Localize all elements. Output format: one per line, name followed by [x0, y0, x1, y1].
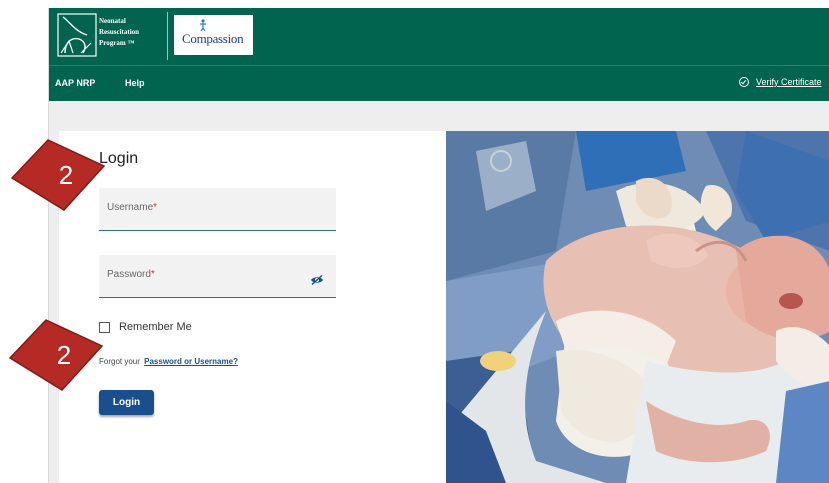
step-callout-number: 2: [59, 160, 73, 190]
password-label-text: Password: [107, 269, 151, 280]
program-logo-line: Resuscitation: [99, 28, 140, 36]
remember-me-label: Remember Me: [119, 321, 192, 333]
required-marker: *: [150, 269, 155, 280]
password-label: Password*: [107, 269, 155, 280]
verify-certificate-link[interactable]: Verify Certificate: [739, 77, 822, 87]
forgot-credentials: Forgot your Password or Username?: [99, 357, 238, 366]
username-label-text: Username: [107, 202, 154, 213]
app-window: Neonatal Resuscitation Program ™ Compass…: [48, 8, 829, 483]
nrp-logo-icon: [57, 13, 97, 57]
eye-slash-icon[interactable]: [310, 275, 324, 285]
logo-divider: [167, 12, 168, 60]
program-logo-line: Program ™: [99, 39, 135, 47]
newborn-photo-image: [446, 131, 829, 483]
forgot-credentials-link[interactable]: Password or Username?: [144, 357, 238, 366]
step-callout-arrow: 2: [8, 319, 104, 391]
required-marker: *: [153, 202, 158, 213]
step-callout-number: 2: [57, 340, 71, 370]
newborn-photo: [446, 131, 829, 483]
forgot-prefix: Forgot your: [99, 357, 140, 366]
partner-figure-icon: [200, 19, 206, 31]
nav-item-aap-nrp[interactable]: AAP NRP: [55, 78, 95, 88]
username-field[interactable]: Username*: [99, 188, 336, 231]
step-callout-arrow: 2: [10, 139, 106, 211]
check-circle-icon: [739, 77, 749, 87]
nav-item-help[interactable]: Help: [125, 78, 145, 88]
site-header: Neonatal Resuscitation Program ™ Compass…: [49, 8, 829, 65]
password-field[interactable]: Password*: [99, 255, 336, 298]
partner-logo-text: Compassion: [182, 31, 244, 46]
page-margin: [0, 0, 48, 483]
program-logo-line: Neonatal: [99, 17, 126, 25]
login-button[interactable]: Login: [99, 390, 154, 415]
nav-bar: AAP NRP Help Verify Certificate: [49, 66, 829, 101]
username-label: Username*: [107, 202, 157, 213]
program-logo-text: Neonatal Resuscitation Program ™: [99, 16, 139, 49]
partner-logo: Compassion: [174, 15, 253, 55]
verify-certificate-label: Verify Certificate: [756, 77, 822, 87]
login-panel: Login Username* Password* Remember Me Fo…: [59, 131, 446, 483]
